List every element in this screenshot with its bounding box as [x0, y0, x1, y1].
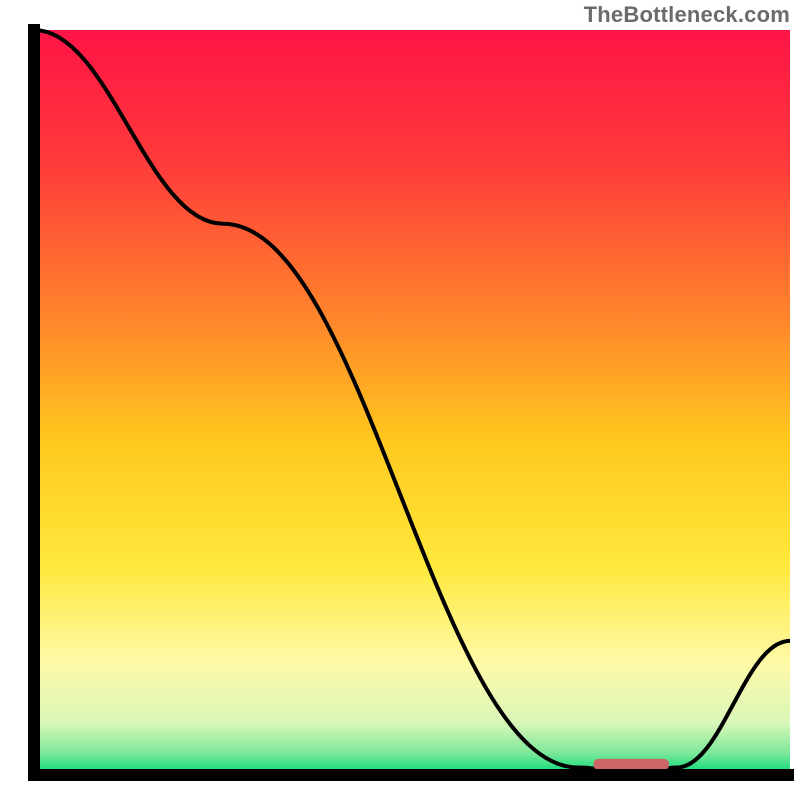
plot-background [34, 30, 790, 775]
bottleneck-chart [0, 0, 800, 800]
optimum-marker [593, 759, 669, 770]
chart-container: { "watermark": "TheBottleneck.com", "cha… [0, 0, 800, 800]
watermark-text: TheBottleneck.com [584, 2, 790, 28]
